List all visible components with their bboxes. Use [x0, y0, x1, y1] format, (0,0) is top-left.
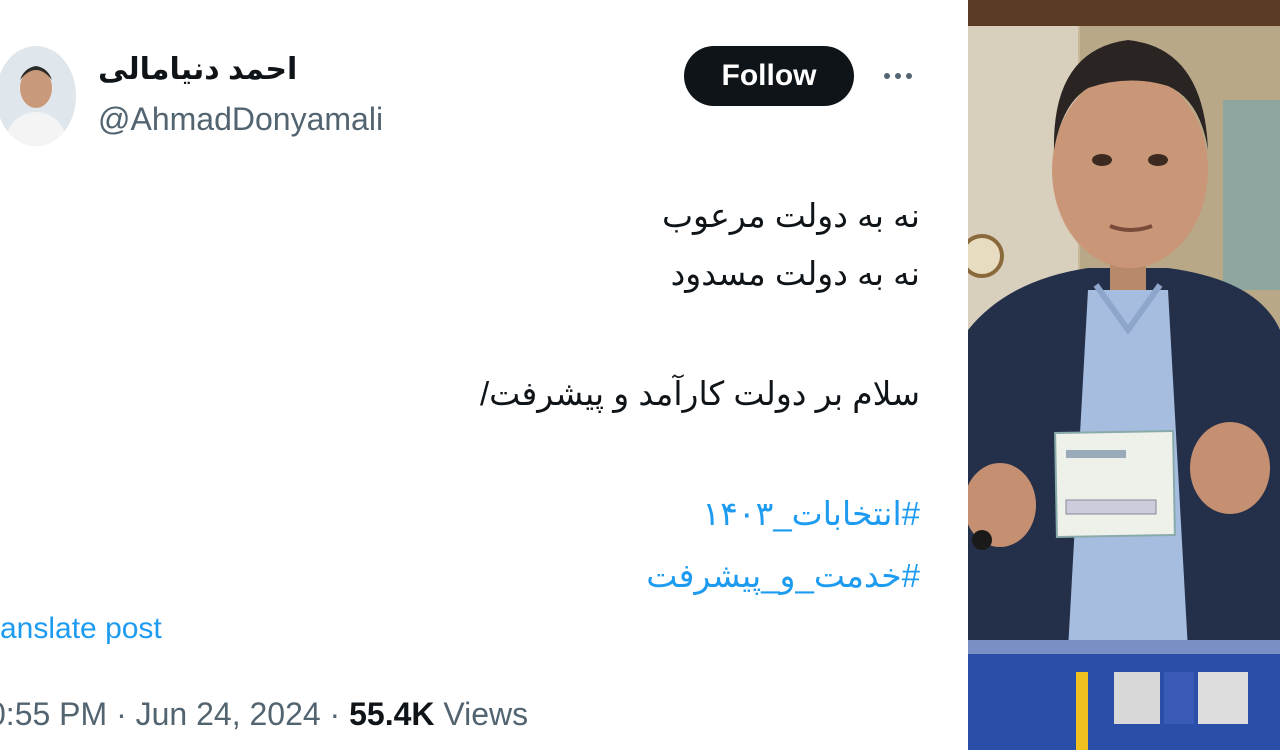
hashtag-link[interactable]: #انتخابات_۱۴۰۳: [702, 494, 920, 533]
follow-button[interactable]: Follow: [684, 46, 854, 106]
views-count: 55.4K: [349, 696, 435, 732]
tweet-text-line-1: نه به دولت مرعوب: [661, 197, 920, 234]
tweet-meta: 0:55 PM · Jun 24, 2024 · 55.4K Views: [0, 696, 528, 733]
tweet-card: احمد دنیامالی @AhmadDonyamali Follow نه …: [0, 0, 968, 750]
author-handle[interactable]: @AhmadDonyamali: [98, 101, 383, 138]
timestamp-link[interactable]: 0:55 PM · Jun 24, 2024 ·: [0, 696, 349, 732]
views-label: Views: [434, 696, 529, 732]
avatar[interactable]: [0, 46, 76, 146]
hashtag-link[interactable]: #خدمت_و_پیشرفت: [646, 556, 920, 595]
attached-photo[interactable]: [968, 0, 1280, 750]
translate-post-link[interactable]: ranslate post: [0, 612, 162, 646]
author-display-name[interactable]: احمد دنیامالی: [98, 52, 297, 87]
more-dots-icon[interactable]: [878, 58, 918, 94]
tweet-text-line-3: سلام بر دولت کارآمد و پیشرفت/: [479, 375, 920, 412]
tweet-text-line-2: نه به دولت مسدود: [670, 255, 920, 292]
